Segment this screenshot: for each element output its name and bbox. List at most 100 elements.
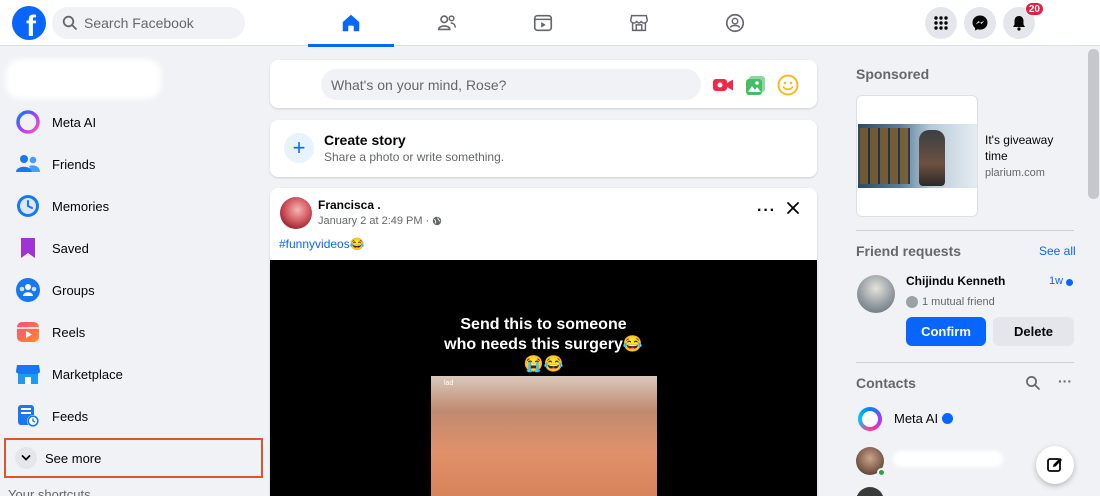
meta-ai-icon[interactable] <box>858 407 882 431</box>
contact-name: Meta AI <box>894 411 939 426</box>
divider <box>856 230 1074 231</box>
contact-avatar[interactable] <box>856 487 884 496</box>
menu-button[interactable] <box>925 7 957 39</box>
contacts-options-icon[interactable]: ··· <box>1058 373 1072 389</box>
close-icon[interactable] <box>785 200 801 216</box>
page-scrollbar[interactable] <box>1087 47 1100 496</box>
sidebar-item-friends[interactable]: Friends <box>8 144 260 184</box>
friend-request-time: 1w <box>1049 275 1064 287</box>
profile-link-redacted[interactable] <box>6 59 161 99</box>
messenger-icon <box>972 15 988 31</box>
post-author-name[interactable]: Francisca . <box>318 198 381 212</box>
video-watermark: lad <box>444 380 454 387</box>
post-composer: What's on your mind, Rose? <box>270 60 817 108</box>
friend-request-avatar[interactable] <box>857 275 895 313</box>
post-meta: January 2 at 2:49 PM · <box>318 215 442 227</box>
tab-video[interactable] <box>500 0 586 46</box>
sidebar-item-memories[interactable]: Memories <box>8 186 260 226</box>
sidebar-item-groups[interactable]: Groups <box>8 270 260 310</box>
ad-image[interactable] <box>856 95 978 217</box>
ad-grid <box>860 128 910 184</box>
ad-character <box>919 130 945 186</box>
sponsored-heading: Sponsored <box>856 66 930 82</box>
reels-icon <box>15 319 41 345</box>
notification-badge: 20 <box>1024 2 1044 16</box>
caption-line: who needs this surgery😂 <box>444 336 643 353</box>
search-icon[interactable] <box>1025 375 1041 391</box>
bell-icon <box>1013 16 1025 31</box>
sidebar-item-reels[interactable]: Reels <box>8 312 260 352</box>
sidebar-item-label: Marketplace <box>52 366 123 382</box>
unread-dot <box>1066 279 1073 286</box>
search-input[interactable] <box>84 15 234 31</box>
profile-avatar-redacted[interactable] <box>1045 12 1075 42</box>
sidebar-item-feeds[interactable]: Feeds <box>8 396 260 436</box>
create-story-card[interactable]: + Create story Share a photo or write so… <box>270 120 817 177</box>
mutual-friends-label: 1 mutual friend <box>922 296 995 308</box>
tab-marketplace[interactable] <box>596 0 682 46</box>
confirm-button[interactable]: Confirm <box>906 317 986 346</box>
sidebar-item-label: Groups <box>52 282 95 298</box>
search-box[interactable] <box>52 7 245 39</box>
sidebar-item-label: Reels <box>52 324 86 340</box>
more-options-icon[interactable]: ··· <box>757 202 776 220</box>
new-message-button[interactable] <box>1036 446 1074 484</box>
facebook-logo[interactable]: f <box>12 6 46 40</box>
see-more-button[interactable]: See more <box>4 438 263 478</box>
groups-icon <box>15 277 41 303</box>
grid-menu-icon <box>934 16 948 30</box>
sidebar-item-label: Memories <box>52 198 110 214</box>
tab-groups[interactable] <box>692 0 778 46</box>
meta-ai-icon <box>15 109 41 135</box>
friends-icon <box>437 15 456 31</box>
composer-input[interactable]: What's on your mind, Rose? <box>321 69 701 100</box>
sidebar-item-label: Saved <box>52 240 89 256</box>
tab-home[interactable] <box>308 0 394 47</box>
hashtag-emoji: 😂 <box>349 237 365 251</box>
see-more-label: See more <box>45 450 102 466</box>
home-icon <box>342 14 360 32</box>
post-timestamp[interactable]: January 2 at 2:49 PM · <box>318 215 429 227</box>
friends-icon <box>15 151 41 177</box>
see-all-link[interactable]: See all <box>1039 244 1076 258</box>
feeling-activity-icon[interactable] <box>777 74 799 96</box>
marketplace-icon <box>630 14 648 32</box>
delete-button[interactable]: Delete <box>993 317 1074 346</box>
friend-requests-heading: Friend requests <box>856 243 962 259</box>
tab-friends[interactable] <box>404 0 490 46</box>
post-text: #funnyvideos😂 <box>279 237 365 251</box>
marketplace-icon <box>15 361 41 387</box>
chevron-down-icon <box>15 447 37 469</box>
messenger-button[interactable] <box>964 7 996 39</box>
photo-video-icon[interactable] <box>745 74 767 96</box>
contact-item-meta-ai[interactable]: Meta AI <box>894 411 954 426</box>
sidebar-item-meta-ai[interactable]: Meta AI <box>8 102 260 142</box>
sidebar-item-saved[interactable]: Saved <box>8 228 260 268</box>
live-video-icon[interactable] <box>712 74 734 96</box>
shortcuts-heading: Your shortcuts <box>8 487 91 496</box>
verified-badge-icon <box>942 413 954 424</box>
ad-domain: plarium.com <box>985 167 1045 179</box>
video-caption: Send this to someone who needs this surg… <box>270 315 817 375</box>
post-author-avatar[interactable] <box>280 197 312 229</box>
sidebar-item-label: Feeds <box>52 408 89 424</box>
mutual-friend-avatar <box>906 296 918 308</box>
notifications-button[interactable]: 20 <box>1003 2 1044 39</box>
groups-icon <box>725 13 745 33</box>
sidebar-item-marketplace[interactable]: Marketplace <box>8 354 260 394</box>
right-sidebar: Sponsored It's giveaway time plarium.com… <box>845 47 1085 496</box>
scrollbar-thumb[interactable] <box>1088 49 1099 199</box>
sidebar-item-label: Friends <box>52 156 96 172</box>
hashtag-link[interactable]: #funnyvideos <box>279 237 350 251</box>
create-story-title: Create story <box>324 132 406 148</box>
memories-icon <box>15 193 41 219</box>
friend-request-name[interactable]: Chijindu Kenneth <box>906 274 1005 288</box>
video-player[interactable]: Send this to someone who needs this surg… <box>270 260 817 496</box>
contact-name-redacted[interactable] <box>893 451 1003 467</box>
online-status-dot <box>877 468 886 477</box>
feeds-icon <box>15 403 41 429</box>
sidebar-item-label: Meta AI <box>52 114 97 130</box>
ad-headline[interactable]: It's giveaway time <box>985 132 1075 164</box>
divider <box>856 362 1074 363</box>
caption-line: 😭😂 <box>523 356 564 373</box>
